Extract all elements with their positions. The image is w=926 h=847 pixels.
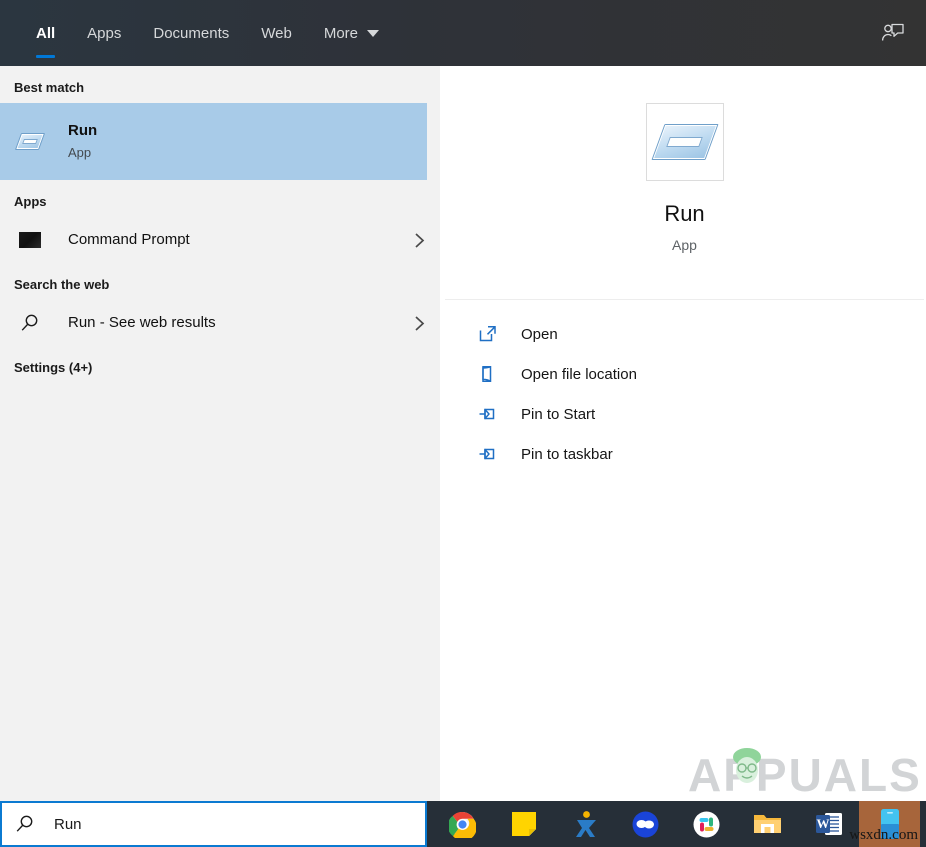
result-item-web-search-text: Run - See web results	[68, 314, 408, 332]
tab-all[interactable]: All	[20, 0, 71, 66]
run-app-icon	[14, 133, 46, 150]
word-icon: W	[815, 811, 843, 837]
result-item-run-subtitle: App	[68, 143, 417, 163]
search-results-pane: Best match Run App Apps Command Prompt S…	[0, 66, 440, 801]
tab-documents[interactable]: Documents	[137, 0, 245, 66]
result-item-run-title: Run	[68, 121, 417, 141]
result-item-command-prompt-label: Command Prompt	[68, 231, 190, 248]
action-pin-to-taskbar-label: Pin to taskbar	[521, 446, 613, 463]
action-pin-to-start[interactable]: Pin to Start	[443, 394, 926, 434]
wsxdn-watermark: wsxdn.com	[849, 827, 918, 844]
chevron-right-icon[interactable]	[408, 315, 430, 332]
group-header-apps: Apps	[0, 180, 440, 217]
tab-list: All Apps Documents Web More	[0, 0, 395, 66]
tab-web[interactable]: Web	[245, 0, 308, 66]
pin-glyph	[478, 445, 498, 463]
app-preview-pane: Run App Open Open file location	[443, 78, 926, 801]
taskbar: Run	[0, 801, 926, 847]
person-feedback-icon	[880, 20, 906, 46]
action-pin-to-taskbar[interactable]: Pin to taskbar	[443, 434, 926, 474]
tab-apps[interactable]: Apps	[71, 0, 137, 66]
tab-more-label: More	[324, 25, 358, 42]
search-icon	[15, 814, 35, 834]
chevron-right-glyph	[413, 315, 426, 332]
app-preview-title: Run	[664, 201, 704, 227]
group-header-best-match: Best match	[0, 66, 440, 103]
app-preview-subtitle: App	[672, 237, 697, 253]
command-prompt-icon	[14, 232, 46, 248]
chevron-right-icon[interactable]	[408, 232, 430, 249]
action-open-label: Open	[521, 326, 558, 343]
tab-apps-label: Apps	[87, 25, 121, 42]
tab-active-indicator	[36, 55, 55, 58]
open-external-glyph	[479, 325, 497, 343]
taskbar-item-x-app[interactable]	[554, 801, 615, 847]
taskbar-item-messenger[interactable]	[615, 801, 676, 847]
result-item-command-prompt-text: Command Prompt	[68, 231, 408, 249]
action-open-file-location-label: Open file location	[521, 366, 637, 383]
group-header-settings: Settings (4+)	[0, 346, 440, 383]
group-header-search-the-web: Search the web	[0, 263, 440, 300]
sticky-notes-icon	[511, 811, 537, 837]
result-item-run-text: Run App	[68, 121, 417, 163]
pin-glyph	[478, 405, 498, 423]
action-open-file-location[interactable]: Open file location	[443, 354, 926, 394]
pin-icon	[477, 445, 499, 463]
taskbar-item-sticky-notes[interactable]	[493, 801, 554, 847]
folder-open-icon	[477, 365, 499, 383]
search-icon	[14, 313, 46, 333]
appuals-mascot-icon	[727, 744, 767, 790]
messenger-icon	[632, 811, 659, 838]
pin-icon	[477, 405, 499, 423]
result-item-run[interactable]: Run App	[0, 103, 427, 180]
chrome-icon	[449, 811, 476, 838]
xodo-icon	[572, 810, 598, 838]
chevron-down-icon	[367, 30, 379, 37]
tab-documents-label: Documents	[153, 25, 229, 42]
folder-open-glyph	[479, 365, 497, 383]
taskbar-app-list: W	[432, 801, 920, 847]
result-item-web-search-suffix: - See web results	[96, 314, 216, 331]
tab-more[interactable]: More	[308, 0, 395, 66]
tab-all-label: All	[36, 25, 55, 42]
chevron-right-glyph	[413, 232, 426, 249]
result-item-web-search[interactable]: Run - See web results	[0, 300, 440, 346]
action-open[interactable]: Open	[443, 314, 926, 354]
feedback-button[interactable]	[860, 0, 926, 66]
action-pin-to-start-label: Pin to Start	[521, 406, 595, 423]
taskbar-search-box[interactable]: Run	[0, 801, 427, 847]
taskbar-search-input[interactable]: Run	[54, 816, 82, 833]
tab-web-label: Web	[261, 25, 292, 42]
slack-icon	[693, 811, 720, 838]
taskbar-item-file-explorer[interactable]	[737, 801, 798, 847]
result-item-command-prompt[interactable]: Command Prompt	[0, 217, 440, 263]
appuals-watermark: APPUALS	[688, 748, 922, 802]
app-preview-header: Run App	[443, 78, 926, 299]
svg-text:W: W	[816, 816, 829, 831]
run-app-icon-large	[646, 103, 724, 181]
search-tab-bar: All Apps Documents Web More	[0, 0, 926, 66]
file-explorer-icon	[753, 812, 782, 836]
taskbar-item-chrome[interactable]	[432, 801, 493, 847]
result-item-web-search-query: Run	[68, 314, 96, 331]
search-glyph	[20, 313, 40, 333]
open-external-icon	[477, 325, 499, 343]
taskbar-item-slack[interactable]	[676, 801, 737, 847]
app-actions-list: Open Open file location Pin to Start	[443, 300, 926, 474]
